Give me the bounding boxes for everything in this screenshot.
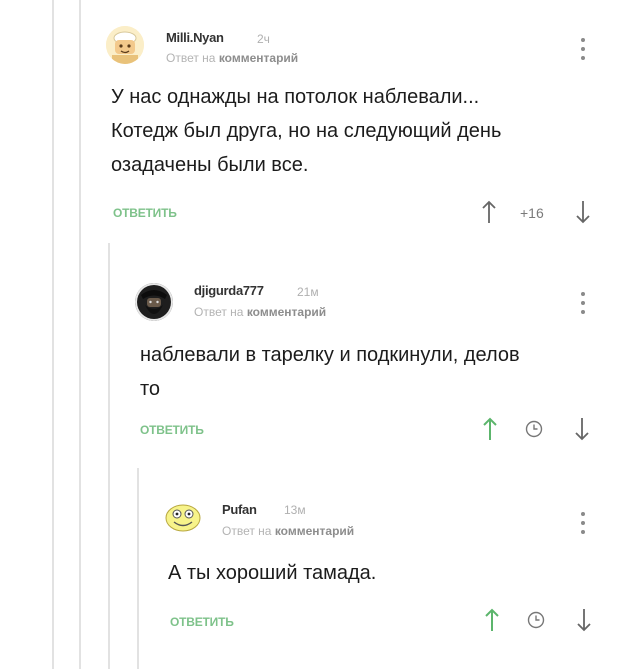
reply-to-target[interactable]: комментарий [219, 51, 298, 65]
downvote-arrow-icon[interactable] [575, 417, 589, 446]
comment-author[interactable]: djigurda777 [194, 283, 264, 298]
avatar-bearded-man-icon[interactable] [135, 283, 173, 321]
upvote-arrow-icon[interactable] [483, 417, 497, 446]
comment-time: 13м [284, 503, 306, 517]
comment-time: 2ч [257, 32, 270, 46]
avatar-smiley-icon[interactable] [164, 498, 202, 536]
more-options-icon[interactable] [580, 292, 586, 314]
reply-to-link[interactable]: Ответ на комментарий [222, 524, 354, 538]
more-options-icon[interactable] [580, 512, 586, 534]
comment-text-line: А ты хороший тамада. [168, 562, 377, 584]
comment-text-line: озадачены были все. [111, 154, 309, 176]
comment-pufan: Pufan 13м Ответ на комментарий А ты хоро… [0, 470, 620, 669]
reply-button[interactable]: ОТВЕТИТЬ [170, 615, 234, 629]
reply-to-prefix: Ответ на [194, 305, 244, 319]
comment-author[interactable]: Milli.Nyan [166, 30, 224, 45]
comment-djigurda777: djigurda777 21м Ответ на комментарий наб… [0, 240, 620, 470]
comment-text-line: Котедж был друга, но на следующий день [111, 120, 502, 142]
reply-to-prefix: Ответ на [166, 51, 216, 65]
comment-milli-nyan: Milli.Nyan 2ч Ответ на комментарий У нас… [0, 0, 620, 240]
comment-time: 21м [297, 285, 319, 299]
comment-text-line: наблевали в тарелку и подкинули, делов [140, 344, 520, 366]
avatar-cartoon-cook-icon[interactable] [106, 26, 144, 64]
downvote-arrow-icon[interactable] [576, 200, 590, 229]
comment-author[interactable]: Pufan [222, 502, 257, 517]
clock-icon[interactable] [525, 420, 543, 443]
downvote-arrow-icon[interactable] [577, 608, 591, 637]
upvote-arrow-icon[interactable] [482, 200, 496, 229]
reply-to-target[interactable]: комментарий [247, 305, 326, 319]
reply-to-target[interactable]: комментарий [275, 524, 354, 538]
comment-text-line: У нас однажды на потолок наблевали... [111, 86, 480, 108]
upvote-arrow-icon[interactable] [485, 608, 499, 637]
reply-to-prefix: Ответ на [222, 524, 272, 538]
reply-button[interactable]: ОТВЕТИТЬ [140, 423, 204, 437]
reply-to-link[interactable]: Ответ на комментарий [194, 305, 326, 319]
more-options-icon[interactable] [580, 38, 586, 60]
comment-text: А ты хороший тамада. [168, 556, 588, 590]
comment-text: У нас однажды на потолок наблевали... Ко… [111, 80, 591, 182]
comment-text-line: то [140, 378, 161, 400]
reply-button[interactable]: ОТВЕТИТЬ [113, 206, 177, 220]
comment-text: наблевали в тарелку и подкинули, делов т… [140, 338, 590, 406]
reply-to-link[interactable]: Ответ на комментарий [166, 51, 298, 65]
clock-icon[interactable] [527, 611, 545, 634]
rating-counter: +16 [520, 205, 544, 221]
